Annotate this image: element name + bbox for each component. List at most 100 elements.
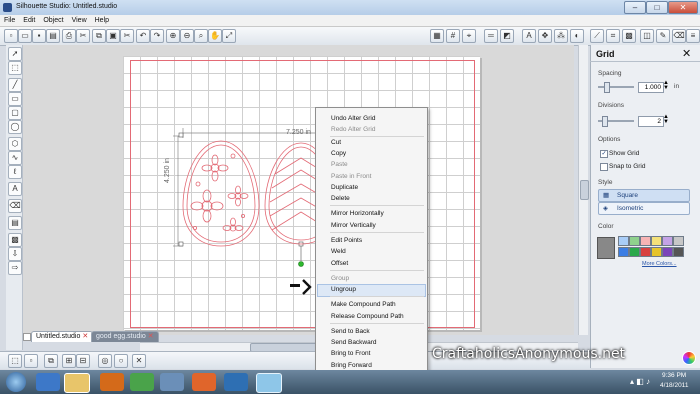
zoom-out-icon[interactable]: ⊖ bbox=[180, 29, 194, 43]
color-swatch[interactable] bbox=[673, 247, 684, 257]
color-swatch[interactable] bbox=[618, 247, 629, 257]
select-tool-icon[interactable]: ➚ bbox=[8, 47, 22, 61]
more-colors-link[interactable]: More Colors... bbox=[642, 261, 677, 267]
replicate-icon[interactable]: ⁂ bbox=[554, 29, 568, 43]
pen-icon[interactable]: ✎ bbox=[656, 29, 670, 43]
tab-close-icon[interactable]: ✕ bbox=[82, 333, 88, 340]
context-menu-item-bring-forward[interactable]: Bring Forward bbox=[331, 362, 372, 369]
release-compound-icon[interactable]: ○ bbox=[114, 354, 128, 368]
context-menu-item-paste[interactable]: Paste bbox=[331, 161, 348, 168]
tab-close-icon[interactable]: ✕ bbox=[148, 333, 154, 340]
explorer-folder-icon[interactable] bbox=[64, 373, 90, 393]
selected-color-swatch[interactable] bbox=[597, 237, 615, 259]
style-option-square[interactable]: ▦ Square bbox=[598, 189, 690, 202]
curve-tool-icon[interactable]: ∿ bbox=[8, 151, 22, 165]
context-menu-item-ungroup[interactable]: Ungroup bbox=[331, 286, 356, 293]
ellipse-tool-icon[interactable]: ◯ bbox=[8, 120, 22, 134]
line-tool-icon[interactable]: ╱ bbox=[8, 78, 22, 92]
color-swatch[interactable] bbox=[673, 236, 684, 246]
context-menu-item-paste-in-front[interactable]: Paste in Front bbox=[331, 173, 371, 180]
point-edit-tool-icon[interactable]: ⬚ bbox=[8, 61, 22, 75]
tab-scroll-icon[interactable] bbox=[23, 333, 31, 341]
menu-edit[interactable]: Edit bbox=[19, 15, 39, 26]
photo-viewer-icon[interactable] bbox=[160, 373, 184, 391]
send-tool-icon[interactable]: ⇨ bbox=[8, 261, 22, 275]
context-menu-item-duplicate[interactable]: Duplicate bbox=[331, 184, 358, 191]
divisions-slider-thumb[interactable] bbox=[602, 116, 608, 127]
close-button[interactable]: ✕ bbox=[668, 1, 698, 14]
context-menu-item-cut[interactable]: Cut bbox=[331, 139, 341, 146]
minimize-button[interactable]: – bbox=[624, 1, 646, 14]
spacing-stepper-icon[interactable]: ▲ ▼ bbox=[663, 80, 669, 91]
modify-icon[interactable]: ◐ bbox=[570, 29, 584, 43]
panel-close-icon[interactable]: ✕ bbox=[682, 47, 691, 60]
context-menu-item-release-compound-path[interactable]: Release Compound Path bbox=[331, 313, 404, 320]
color-swatch[interactable] bbox=[629, 236, 640, 246]
knife-icon[interactable]: ⟋ bbox=[590, 29, 604, 43]
context-menu-item-send-backward[interactable]: Send Backward bbox=[331, 339, 377, 346]
trace-icon[interactable]: ⌗ bbox=[606, 29, 620, 43]
paste-icon[interactable]: ▣ bbox=[106, 29, 120, 43]
context-menu-item-delete[interactable]: Delete bbox=[331, 195, 350, 202]
color-swatch[interactable] bbox=[651, 236, 662, 246]
scissors-icon[interactable]: ✂ bbox=[120, 29, 134, 43]
store-tool-icon[interactable]: ▩ bbox=[8, 233, 22, 247]
rounded-rect-tool-icon[interactable]: ▢ bbox=[8, 106, 22, 120]
rectangle-tool-icon[interactable]: ▭ bbox=[8, 92, 22, 106]
layers-icon[interactable]: ◫ bbox=[640, 29, 654, 43]
print-icon[interactable]: ⎙ bbox=[62, 29, 76, 43]
color-swatch[interactable] bbox=[662, 247, 673, 257]
menu-help[interactable]: Help bbox=[91, 15, 113, 26]
registration-icon[interactable]: ⌖ bbox=[462, 29, 476, 43]
line-style-icon[interactable]: ═ bbox=[484, 29, 498, 43]
context-menu-item-mirror-vertically[interactable]: Mirror Vertically bbox=[331, 222, 376, 229]
show-grid-checkbox[interactable]: ✓ bbox=[600, 150, 608, 158]
library-tool-icon[interactable]: ▤ bbox=[8, 216, 22, 230]
divisions-stepper-icon[interactable]: ▲ ▼ bbox=[663, 114, 669, 125]
context-menu-item-redo-alter-grid[interactable]: Redo Alter Grid bbox=[331, 126, 375, 133]
context-menu-item-weld[interactable]: Weld bbox=[331, 248, 346, 255]
vertical-scroll-thumb[interactable] bbox=[580, 180, 589, 200]
snap-to-grid-checkbox[interactable] bbox=[600, 163, 608, 171]
vertical-scrollbar[interactable] bbox=[578, 45, 589, 335]
firefox-icon[interactable] bbox=[192, 373, 216, 391]
download-tool-icon[interactable]: ⇩ bbox=[8, 247, 22, 261]
divisions-input[interactable]: 2 bbox=[638, 116, 664, 127]
zoom-in-icon[interactable]: ⊕ bbox=[166, 29, 180, 43]
context-menu-item-make-compound-path[interactable]: Make Compound Path bbox=[331, 301, 396, 308]
library-icon[interactable]: ▤ bbox=[46, 29, 60, 43]
transform-icon[interactable]: ✥ bbox=[538, 29, 552, 43]
group-icon[interactable]: ⊞ bbox=[62, 354, 76, 368]
cut-settings-icon[interactable]: ≡ bbox=[686, 29, 700, 43]
compound-path-icon[interactable]: ◎ bbox=[98, 354, 112, 368]
menu-object[interactable]: Object bbox=[39, 15, 67, 26]
grid-settings-icon[interactable]: # bbox=[446, 29, 460, 43]
color-swatch[interactable] bbox=[629, 247, 640, 257]
context-menu-item-undo-alter-grid[interactable]: Undo Alter Grid bbox=[331, 115, 375, 122]
color-swatch[interactable] bbox=[640, 236, 651, 246]
internet-explorer-icon[interactable] bbox=[36, 373, 60, 391]
select-all-icon[interactable]: ⬚ bbox=[8, 354, 22, 368]
text-style-icon[interactable]: A bbox=[522, 29, 536, 43]
color-swatch[interactable] bbox=[640, 247, 651, 257]
color-swatch[interactable] bbox=[662, 236, 673, 246]
text-tool-icon[interactable]: A bbox=[8, 182, 22, 196]
color-swatch[interactable] bbox=[618, 236, 629, 246]
cut-to-silhouette-icon[interactable]: ✂ bbox=[76, 29, 90, 43]
freehand-tool-icon[interactable]: ℓ bbox=[8, 165, 22, 179]
copy-icon[interactable]: ⧉ bbox=[92, 29, 106, 43]
redo-icon[interactable]: ↷ bbox=[150, 29, 164, 43]
eraser-tool-icon[interactable]: ⌫ bbox=[8, 199, 22, 213]
silhouette-studio-taskbar-icon[interactable] bbox=[256, 373, 282, 393]
tab-untitled[interactable]: Untitled.studio ✕ bbox=[31, 331, 94, 342]
context-menu-item-send-to-back[interactable]: Send to Back bbox=[331, 328, 370, 335]
zoom-fit-icon[interactable]: ⌕ bbox=[194, 29, 208, 43]
tab-good-egg[interactable]: good egg.studio ✕ bbox=[91, 331, 159, 342]
context-menu-item-copy[interactable]: Copy bbox=[331, 150, 346, 157]
style-option-isometric[interactable]: ◈ Isometric bbox=[598, 202, 690, 215]
eraser-icon[interactable]: ⌫ bbox=[672, 29, 686, 43]
tray-icons[interactable]: ▴ ◧ ♪ bbox=[630, 377, 650, 386]
word-icon[interactable] bbox=[224, 373, 248, 391]
polygon-tool-icon[interactable]: ⬡ bbox=[8, 137, 22, 151]
zoom-page-icon[interactable]: ⤢ bbox=[222, 29, 236, 43]
